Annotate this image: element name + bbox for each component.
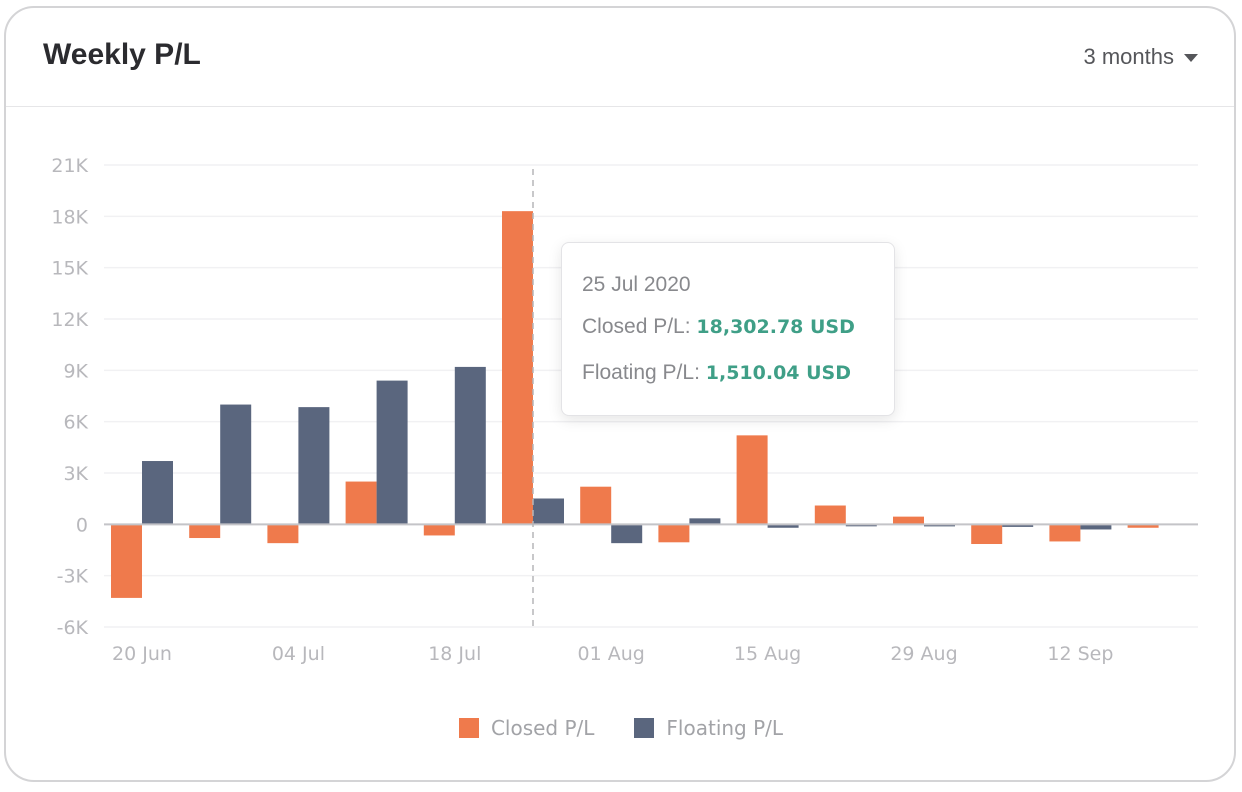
bar-closed-pl[interactable]: [423, 524, 455, 536]
bar-closed-pl[interactable]: [1049, 524, 1081, 542]
x-tick-label: 01 Aug: [578, 643, 645, 665]
bar-floating-pl[interactable]: [454, 366, 486, 525]
legend-label-floating: Floating P/L: [666, 716, 784, 740]
x-tick-label: 04 Jul: [272, 643, 325, 665]
tooltip-floating-label: Floating P/L:: [582, 361, 700, 384]
y-tick-label: 12K: [51, 309, 88, 331]
y-tick-label: 15K: [51, 258, 88, 280]
y-tick-label: 6K: [63, 412, 88, 434]
bar-closed-pl[interactable]: [971, 524, 1003, 545]
bar-closed-pl[interactable]: [814, 505, 846, 525]
x-tick-label: 15 Aug: [734, 643, 801, 665]
x-axis-ticks: 20 Jun 04 Jul 18 Jul 01 Aug 15 Aug 29 Aug 12 S…: [112, 643, 1113, 665]
y-axis-ticks: -6K -3K 0 3K 6K 9K 12K 15K 18K 21K: [51, 155, 88, 639]
bar-closed-pl[interactable]: [345, 481, 377, 525]
tooltip-floating-value: 1,510.04 USD: [705, 362, 852, 384]
y-tick-label: 18K: [51, 206, 88, 228]
y-tick-label: -3K: [57, 566, 89, 588]
y-tick-label: 3K: [63, 463, 88, 485]
tooltip-date: 25 Jul 2020: [582, 273, 691, 296]
tooltip-closed-label: Closed P/L:: [582, 315, 691, 338]
tooltip-closed-value: 18,302.78 USD: [696, 316, 855, 338]
x-tick-label: 29 Aug: [890, 643, 957, 665]
bar-closed-pl[interactable]: [502, 211, 533, 525]
x-tick-label: 18 Jul: [428, 643, 481, 665]
legend-swatch-floating: [634, 718, 655, 738]
bar-floating-pl[interactable]: [298, 407, 330, 525]
bar-floating-pl[interactable]: [611, 524, 643, 544]
x-tick-label: 12 Sep: [1047, 643, 1113, 665]
legend-label-closed: Closed P/L: [490, 716, 595, 740]
y-tick-label: 0: [76, 514, 88, 536]
tooltip-floating-row: Floating P/L: 1,510.04 USD: [582, 361, 851, 385]
bar-closed-pl[interactable]: [736, 435, 768, 525]
bar-floating-pl[interactable]: [220, 404, 252, 525]
bar-closed-pl[interactable]: [189, 524, 221, 539]
bar-closed-pl[interactable]: [658, 524, 690, 543]
bar-floating-pl[interactable]: [376, 380, 408, 525]
legend-item-closed[interactable]: Closed P/L: [458, 716, 595, 740]
x-tick-label: 20 Jun: [112, 643, 172, 665]
bar-closed-pl[interactable]: [893, 516, 924, 525]
y-tick-label: -6K: [57, 617, 89, 639]
bar-closed-pl[interactable]: [267, 524, 299, 544]
y-tick-label: 9K: [63, 360, 88, 382]
bar-closed-pl[interactable]: [111, 524, 142, 598]
tooltip-closed-row: Closed P/L: 18,302.78 USD: [582, 315, 855, 339]
y-tick-label: 21K: [51, 155, 88, 177]
bar-floating-pl[interactable]: [533, 498, 564, 525]
bar-closed-pl[interactable]: [580, 486, 612, 525]
bar-floating-pl[interactable]: [142, 461, 173, 525]
legend-swatch-closed: [458, 718, 479, 738]
chart-tooltip: 25 Jul 2020 Closed P/L: 18,302.78 USD Fl…: [561, 242, 895, 416]
chart-legend: Closed P/L Floating P/L: [0, 716, 1242, 740]
legend-item-floating[interactable]: Floating P/L: [634, 716, 783, 740]
